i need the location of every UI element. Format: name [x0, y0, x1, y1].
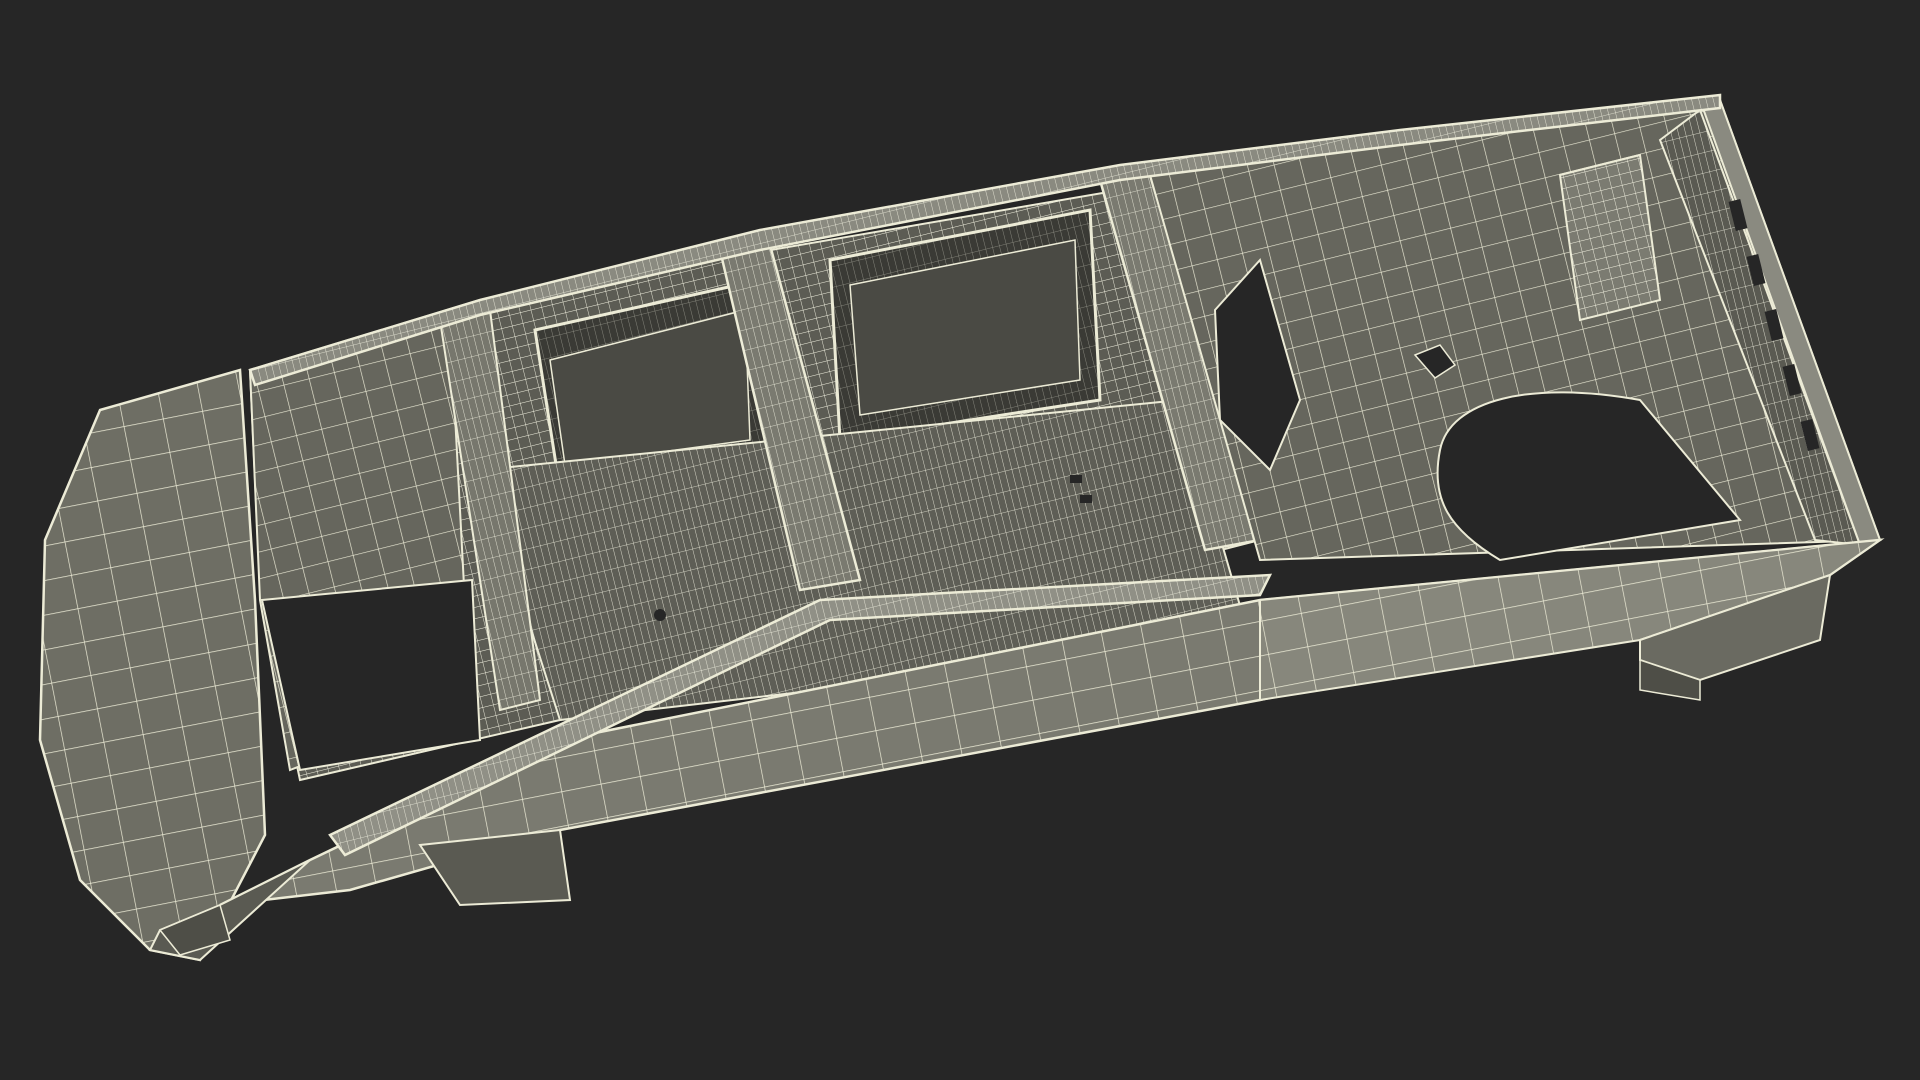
- hood-panel: [38, 368, 267, 962]
- front-opening: [260, 578, 482, 772]
- render-viewport: [0, 0, 1920, 1080]
- wireframe-render: [38, 93, 1885, 962]
- front-compartment: [248, 318, 482, 772]
